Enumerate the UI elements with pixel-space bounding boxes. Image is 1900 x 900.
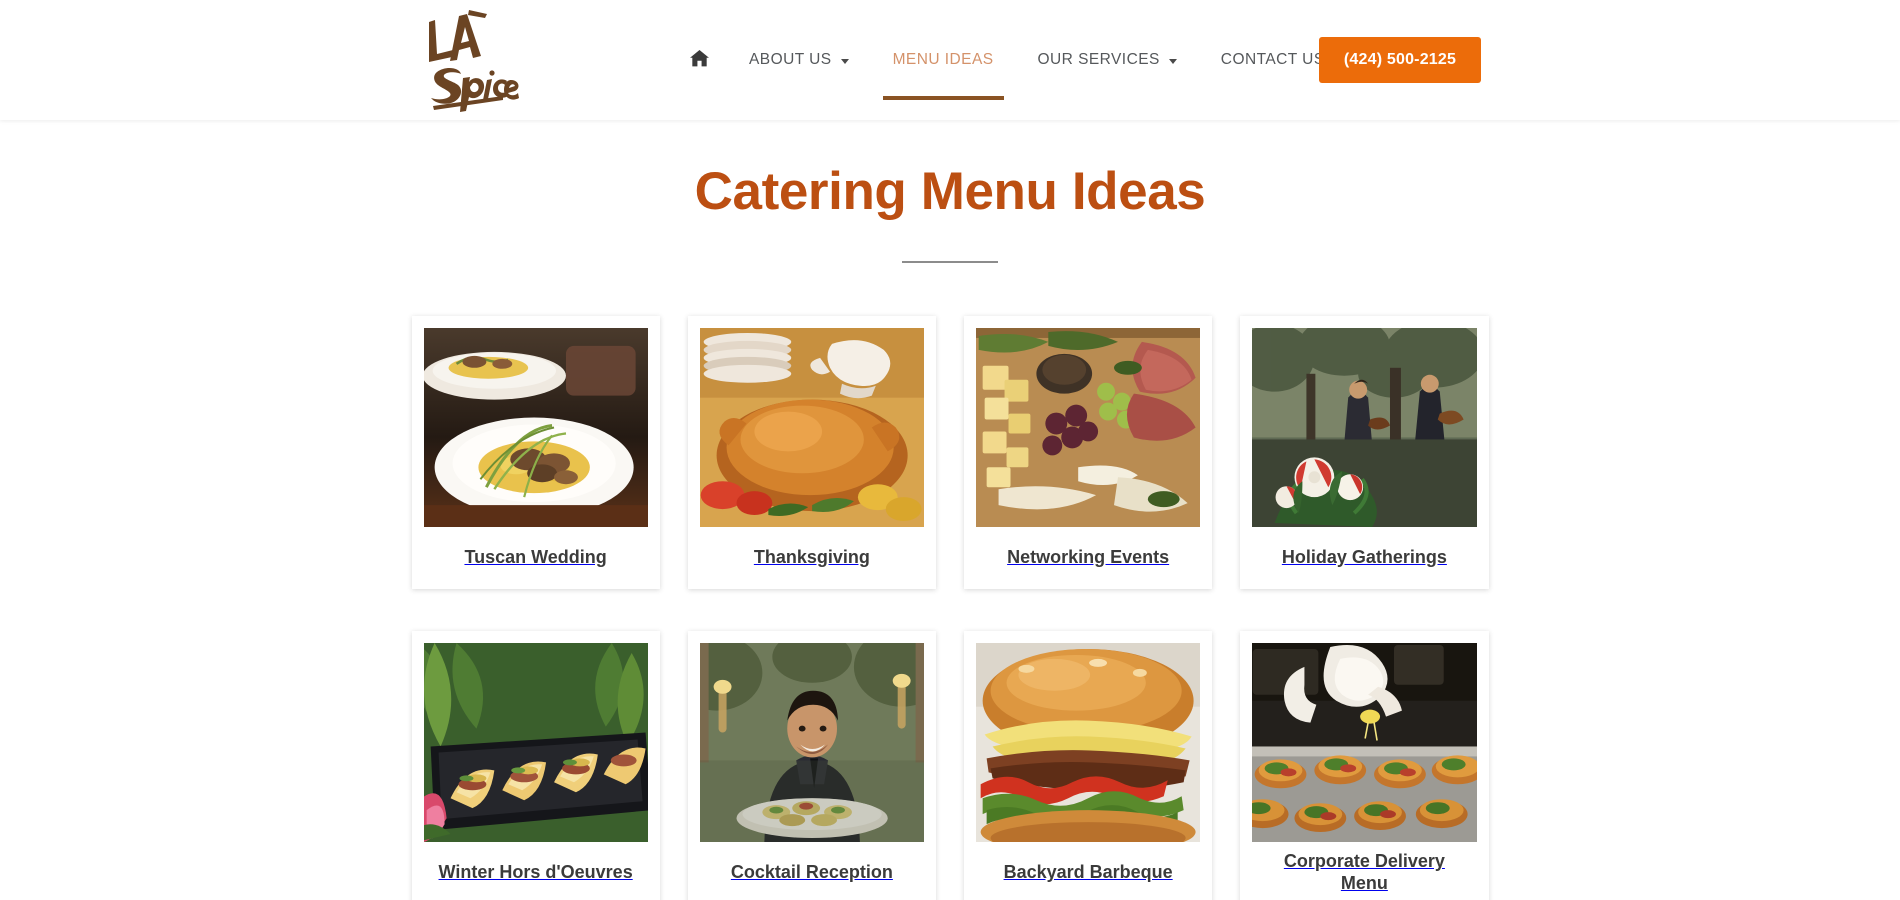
grid-cell: Cocktail Reception [674, 630, 950, 900]
menu-card-corporate-delivery-menu[interactable]: Corporate Delivery Menu [1240, 630, 1489, 900]
card-caption: Backyard Barbeque [1003, 862, 1173, 883]
card-image-plated-pasta-mushrooms [423, 327, 648, 527]
menu-card-tuscan-wedding[interactable]: Tuscan Wedding [411, 315, 660, 589]
menu-ideas-grid: Tuscan Wedding Thanksgiving Networking E… [398, 263, 1503, 900]
chevron-down-icon [1168, 58, 1177, 64]
menu-card-cocktail-reception[interactable]: Cocktail Reception [687, 630, 936, 900]
nav-item-label: ABOUT US [749, 51, 832, 68]
card-image-taco-tray-appetizers [423, 642, 648, 842]
nav-item-our-services[interactable]: OUR SERVICES [1016, 0, 1199, 120]
page-title: Catering Menu Ideas [694, 162, 1206, 221]
card-caption: Thanksgiving [753, 547, 870, 568]
grid-cell: Holiday Gatherings [1226, 315, 1502, 631]
card-image-chef-plating-appetizers [1252, 642, 1477, 842]
menu-card-holiday-gatherings[interactable]: Holiday Gatherings [1240, 315, 1489, 589]
menu-card-winter-hors-doeuvres[interactable]: Winter Hors d'Oeuvres [411, 630, 660, 900]
main-navigation: ABOUT US MENU IDEAS OUR SERVICES CONTACT… [672, 0, 1364, 120]
chevron-down-icon [840, 58, 849, 64]
menu-card-networking-events[interactable]: Networking Events [964, 315, 1213, 589]
card-image-roast-turkey-platter [699, 327, 924, 527]
card-image-cheese-charcuterie-board [976, 327, 1201, 527]
grid-cell: Corporate Delivery Menu [1226, 630, 1502, 900]
menu-card-thanksgiving[interactable]: Thanksgiving [687, 315, 936, 589]
card-image-outdoor-musicians-floral [1252, 327, 1477, 527]
grid-cell: Networking Events [950, 315, 1226, 631]
header-inner: ABOUT US MENU IDEAS OUR SERVICES CONTACT… [0, 0, 1900, 120]
site-logo[interactable] [412, 0, 522, 120]
nav-item-home[interactable] [672, 0, 727, 120]
page-body: Catering Menu Ideas Tuscan Wedding Thank… [0, 120, 1900, 900]
grid-cell: Winter Hors d'Oeuvres [398, 630, 674, 900]
la-spice-logo-mark [429, 10, 519, 112]
grid-cell: Backyard Barbeque [950, 630, 1226, 900]
phone-call-button[interactable]: (424) 500-2125 [1319, 37, 1481, 83]
nav-item-label: OUR SERVICES [1037, 51, 1160, 68]
site-header: ABOUT US MENU IDEAS OUR SERVICES CONTACT… [0, 0, 1900, 120]
home-icon [690, 49, 709, 71]
card-caption: Tuscan Wedding [464, 547, 607, 568]
grid-cell: Tuscan Wedding [398, 315, 674, 631]
card-caption: Networking Events [1007, 547, 1170, 568]
nav-item-label: MENU IDEAS [892, 51, 994, 68]
grid-cell: Thanksgiving [674, 315, 950, 631]
card-caption: Winter Hors d'Oeuvres [438, 862, 633, 883]
card-image-cheeseburger-closeup [976, 642, 1201, 842]
nav-item-about-us[interactable]: ABOUT US [727, 0, 871, 120]
nav-item-menu-ideas[interactable]: MENU IDEAS [871, 0, 1016, 120]
card-caption: Cocktail Reception [730, 862, 893, 883]
nav-item-label: CONTACT US [1220, 51, 1325, 68]
menu-card-backyard-barbeque[interactable]: Backyard Barbeque [964, 630, 1213, 900]
card-image-server-with-canape-tray [699, 642, 924, 842]
card-caption: Corporate Delivery Menu [1283, 851, 1445, 893]
card-caption: Holiday Gatherings [1281, 547, 1447, 568]
